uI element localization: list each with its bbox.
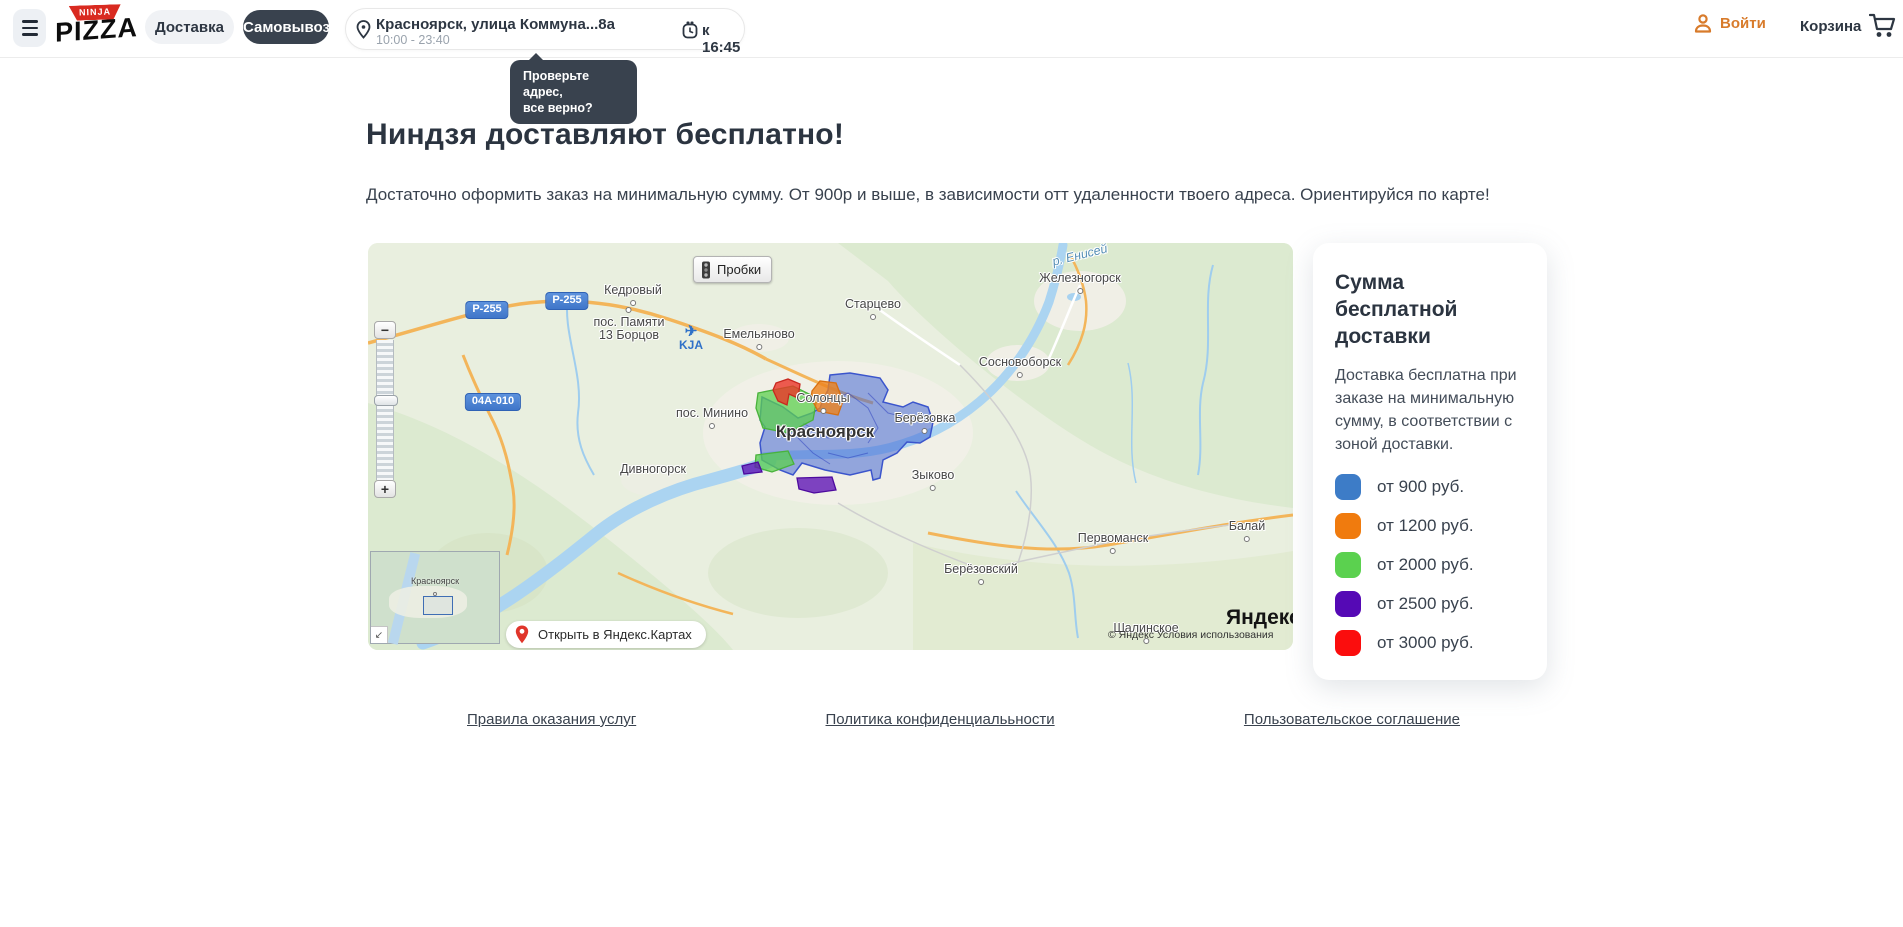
- traffic-label: Пробки: [717, 262, 761, 277]
- map-label: Берёзовский: [944, 563, 1018, 576]
- map-label: пос. Минино: [676, 407, 748, 420]
- logo-pizza-text: PIZZA: [55, 12, 135, 49]
- clock-icon: [682, 21, 698, 39]
- footer-link[interactable]: Правила оказания услуг: [467, 711, 636, 728]
- zone-color-swatch: [1335, 630, 1361, 656]
- address-picker[interactable]: Красноярск, улица Коммуна...8а 10:00 - 2…: [345, 8, 745, 50]
- map-label: Зыково: [912, 469, 955, 482]
- legend-item: от 900 руб.: [1335, 474, 1525, 500]
- map-label: Берёзовка: [895, 412, 956, 425]
- road-shield: Р-255: [465, 301, 508, 319]
- tab-delivery[interactable]: Доставка: [145, 10, 234, 44]
- road-shield: 04А-010: [465, 393, 521, 411]
- traffic-button[interactable]: Пробки: [693, 256, 772, 283]
- map-label: Красноярск: [776, 425, 874, 438]
- legend-description: Доставка бесплатна при заказе на минимал…: [1335, 364, 1525, 456]
- user-icon: [1693, 13, 1713, 34]
- zone-price-label: от 1200 руб.: [1377, 516, 1474, 536]
- legend-item: от 2500 руб.: [1335, 591, 1525, 617]
- location-pin-icon: [356, 20, 371, 39]
- map-label: Солонцы: [796, 392, 849, 405]
- zone-price-label: от 2000 руб.: [1377, 555, 1474, 575]
- zoom-out-button[interactable]: −: [374, 321, 396, 339]
- header: NINJA PIZZA Доставка Самовывоз Красноярс…: [0, 0, 1903, 58]
- map-label: Дивногорск: [620, 463, 686, 476]
- cart-label: Корзина: [1800, 18, 1861, 35]
- delivery-zones-map[interactable]: Кедровый Р-255 Р-255 пос. Памяти13 Борцов KJ…: [368, 243, 1293, 650]
- map-label: Кедровый: [604, 284, 662, 297]
- zone-color-swatch: [1335, 513, 1361, 539]
- open-in-yandex-maps-button[interactable]: Открыть в Яндекс.Картах: [506, 621, 706, 648]
- map-label: Балай: [1229, 520, 1265, 533]
- login-label: Войти: [1720, 15, 1766, 32]
- minimap-city-label: Красноярск: [411, 576, 459, 586]
- zone-price-label: от 2500 руб.: [1377, 594, 1474, 614]
- legend-item: от 1200 руб.: [1335, 513, 1525, 539]
- map-label: Емельяново: [723, 328, 794, 341]
- zone-color-swatch: [1335, 474, 1361, 500]
- traffic-light-icon: [701, 261, 711, 279]
- zoom-slider-handle[interactable]: [374, 395, 398, 406]
- zoom-control: − +: [374, 321, 396, 499]
- map-copyright: © Яндекс: [1108, 629, 1154, 641]
- footer-links: Правила оказания услуг Политика конфиденц…: [467, 711, 1460, 728]
- minimap-expand-icon[interactable]: ↙: [371, 626, 388, 643]
- map-label: Сосновоборск: [979, 356, 1061, 369]
- legend-title: Сумма бесплатной доставки: [1335, 269, 1525, 350]
- tooltip-line2: все верно?: [523, 100, 624, 116]
- yandex-pin-icon: [515, 625, 529, 644]
- minimap-viewport: [423, 596, 453, 615]
- yandex-logo[interactable]: Яндекс: [1226, 606, 1293, 630]
- map-label: Старцево: [845, 298, 901, 311]
- open-in-yandex-label: Открыть в Яндекс.Картах: [538, 627, 692, 642]
- address-text: Красноярск, улица Коммуна...8а: [376, 16, 615, 33]
- map-attribution: © Яндекс Условия использования: [1108, 629, 1273, 641]
- free-delivery-legend-card: Сумма бесплатной доставки Доставка беспл…: [1313, 243, 1547, 680]
- minimap[interactable]: Красноярск ↙: [370, 551, 500, 644]
- login-button[interactable]: Войти: [1693, 13, 1766, 34]
- legend-items: от 900 руб. от 1200 руб. от 2000 руб. от 25…: [1335, 474, 1525, 656]
- zone-color-swatch: [1335, 552, 1361, 578]
- footer-link[interactable]: Пользовательское соглашение: [1244, 711, 1460, 728]
- cart-button[interactable]: Корзина: [1800, 13, 1899, 39]
- footer-link[interactable]: Политика конфиденциалььности: [826, 711, 1055, 728]
- legend-item: от 2000 руб.: [1335, 552, 1525, 578]
- zone-color-swatch: [1335, 591, 1361, 617]
- menu-button[interactable]: [13, 9, 46, 47]
- legend-item: от 3000 руб.: [1335, 630, 1525, 656]
- tooltip-line1: Проверьте адрес,: [523, 68, 624, 100]
- delivery-eta: к 16:45: [702, 22, 744, 56]
- terms-of-use-link[interactable]: Условия использования: [1157, 629, 1274, 641]
- zone-price-label: от 900 руб.: [1377, 477, 1464, 497]
- address-hours: 10:00 - 23:40: [376, 33, 450, 47]
- zoom-slider-track[interactable]: [376, 340, 394, 480]
- logo[interactable]: NINJA PIZZA: [55, 2, 135, 56]
- map-label: Железногорск: [1039, 272, 1120, 285]
- zoom-in-button[interactable]: +: [374, 480, 396, 498]
- address-check-tooltip: Проверьте адрес, все верно?: [510, 60, 637, 124]
- zone-price-label: от 3000 руб.: [1377, 633, 1474, 653]
- map-label: KJA: [679, 325, 703, 352]
- page-subtitle: Достаточно оформить заказ на минимальную…: [366, 185, 1490, 205]
- road-shield: Р-255: [545, 292, 588, 310]
- map-label: Первоманск: [1078, 532, 1149, 545]
- hamburger-icon: [22, 20, 38, 23]
- cart-icon: [1869, 13, 1899, 39]
- tab-pickup[interactable]: Самовывоз: [243, 10, 329, 44]
- map-label: пос. Памяти13 Борцов: [594, 316, 665, 342]
